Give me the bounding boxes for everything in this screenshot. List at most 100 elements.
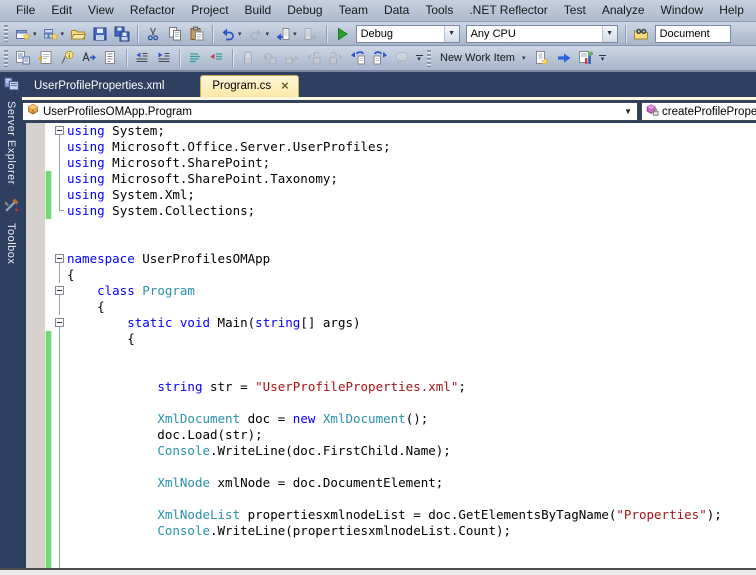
- redo-dropdown-arrow[interactable]: ▾: [266, 30, 270, 38]
- speech-bubble-icon[interactable]: [391, 48, 413, 68]
- undo-icon[interactable]: ▾: [217, 24, 245, 44]
- code-line[interactable]: [26, 395, 756, 411]
- code-line[interactable]: Console.WriteLine(propertiesxmlnodeList.…: [26, 523, 756, 539]
- code-line[interactable]: using System.Xml;: [26, 187, 756, 203]
- menu-item-net-reflector[interactable]: .NET Reflector: [461, 0, 555, 21]
- undo-dropdown-arrow[interactable]: ▾: [238, 30, 242, 38]
- menu-item-build[interactable]: Build: [237, 0, 280, 21]
- new-project-icon[interactable]: ▾: [12, 24, 40, 44]
- save-icon[interactable]: [89, 24, 111, 44]
- decrease-indent-icon[interactable]: [131, 48, 153, 68]
- open-file-icon[interactable]: [67, 24, 89, 44]
- document-tab-program-cs[interactable]: Program.cs×: [200, 75, 298, 97]
- code-line[interactable]: namespace UserProfilesOMApp: [26, 251, 756, 267]
- chevron-down-icon[interactable]: ▼: [624, 107, 635, 116]
- paste-icon[interactable]: [186, 24, 208, 44]
- find-combo[interactable]: Document: [655, 25, 731, 43]
- create-work-item-icon[interactable]: [531, 48, 553, 68]
- menu-item-debug[interactable]: Debug: [279, 0, 330, 21]
- code-line[interactable]: using System.Collections;: [26, 203, 756, 219]
- menu-item-help[interactable]: Help: [711, 0, 752, 21]
- menu-item-project[interactable]: Project: [183, 0, 236, 21]
- code-line[interactable]: doc.Load(str);: [26, 427, 756, 443]
- code-line[interactable]: [26, 347, 756, 363]
- types-dropdown[interactable]: UserProfilesOMApp.Program ▼: [22, 102, 638, 121]
- publish-icon[interactable]: [553, 48, 575, 68]
- code-line[interactable]: using Microsoft.SharePoint;: [26, 155, 756, 171]
- add-new-item-dropdown-arrow[interactable]: ▾: [61, 30, 65, 38]
- code-line[interactable]: {: [26, 299, 756, 315]
- cut-icon[interactable]: [142, 24, 164, 44]
- fold-toggle-icon[interactable]: [55, 254, 64, 263]
- navigate-forward-icon[interactable]: [300, 24, 322, 44]
- menu-item-edit[interactable]: Edit: [43, 0, 80, 21]
- chevron-down-icon[interactable]: ▼: [602, 26, 617, 42]
- code-line[interactable]: [26, 363, 756, 379]
- save-all-icon[interactable]: [111, 24, 133, 44]
- code-line[interactable]: XmlNode xmlNode = doc.DocumentElement;: [26, 475, 756, 491]
- display-parameter-info-icon[interactable]: [34, 48, 56, 68]
- find-in-files-icon[interactable]: [630, 24, 652, 44]
- code-line[interactable]: static void Main(string[] args): [26, 315, 756, 331]
- tool-tab-toolbox[interactable]: Toolbox: [3, 197, 20, 264]
- uncomment-selection-icon[interactable]: [206, 48, 228, 68]
- solution-configurations-combo[interactable]: Debug▼: [356, 25, 460, 43]
- code-line[interactable]: string str = "UserProfileProperties.xml"…: [26, 379, 756, 395]
- redo-icon[interactable]: ▾: [245, 24, 273, 44]
- previous-bookmark-icon[interactable]: [259, 48, 281, 68]
- menu-item-refactor[interactable]: Refactor: [122, 0, 183, 21]
- add-new-item-icon[interactable]: ▾: [40, 24, 68, 44]
- menu-item-data[interactable]: Data: [376, 0, 417, 21]
- code-line[interactable]: using Microsoft.Office.Server.UserProfil…: [26, 139, 756, 155]
- fold-toggle-icon[interactable]: [55, 126, 64, 135]
- display-outline-icon[interactable]: [100, 48, 122, 68]
- fold-toggle-icon[interactable]: [55, 318, 64, 327]
- navigate-backward-icon[interactable]: ▾: [272, 24, 300, 44]
- code-line[interactable]: {: [26, 267, 756, 283]
- start-debugging-icon[interactable]: [331, 24, 353, 44]
- close-icon[interactable]: ×: [281, 81, 289, 91]
- navigate-backward-dropdown-arrow[interactable]: ▾: [293, 30, 297, 38]
- menu-item-team[interactable]: Team: [331, 0, 376, 21]
- previous-bookmark-in-document-icon[interactable]: [347, 48, 369, 68]
- copy-icon[interactable]: [164, 24, 186, 44]
- menu-item-window[interactable]: Window: [653, 0, 712, 21]
- code-line[interactable]: [26, 235, 756, 251]
- code-line[interactable]: [26, 491, 756, 507]
- code-editor[interactable]: using System;using Microsoft.Office.Serv…: [22, 123, 756, 575]
- new-project-dropdown-arrow[interactable]: ▾: [33, 30, 37, 38]
- code-line[interactable]: Console.WriteLine(doc.FirstChild.Name);: [26, 443, 756, 459]
- toolbar-grip[interactable]: [427, 50, 431, 67]
- code-line[interactable]: XmlNodeList propertiesxmlnodeList = doc.…: [26, 507, 756, 523]
- display-quick-info-icon[interactable]: [56, 48, 78, 68]
- code-line[interactable]: XmlDocument doc = new XmlDocument();: [26, 411, 756, 427]
- code-line[interactable]: using Microsoft.SharePoint.Taxonomy;: [26, 171, 756, 187]
- toolbar-overflow-button[interactable]: ▾: [413, 48, 425, 68]
- members-dropdown[interactable]: createProfileProperties(SPSite site, str…: [641, 102, 756, 121]
- new-work-item-dropdown[interactable]: New Work Item▾: [435, 48, 531, 68]
- toggle-bookmark-icon[interactable]: [237, 48, 259, 68]
- code-line[interactable]: [26, 539, 756, 555]
- solution-platforms-combo[interactable]: Any CPU▼: [466, 25, 618, 43]
- work-item-query-icon[interactable]: [575, 48, 597, 68]
- chevron-down-icon[interactable]: ▼: [444, 26, 459, 42]
- next-bookmark-in-folder-icon[interactable]: [325, 48, 347, 68]
- fold-toggle-icon[interactable]: [55, 286, 64, 295]
- menu-item-view[interactable]: View: [80, 0, 122, 21]
- code-line[interactable]: using System;: [26, 123, 756, 139]
- code-line[interactable]: [26, 459, 756, 475]
- display-object-member-list-icon[interactable]: [12, 48, 34, 68]
- menu-item-tools[interactable]: Tools: [417, 0, 461, 21]
- next-bookmark-in-document-icon[interactable]: [369, 48, 391, 68]
- toolbar-grip[interactable]: [4, 50, 8, 67]
- menu-item-file[interactable]: File: [8, 0, 43, 21]
- comment-selection-icon[interactable]: [184, 48, 206, 68]
- menu-item-analyze[interactable]: Analyze: [594, 0, 653, 21]
- menu-item-test[interactable]: Test: [556, 0, 594, 21]
- previous-bookmark-in-folder-icon[interactable]: [303, 48, 325, 68]
- code-line[interactable]: [26, 219, 756, 235]
- code-line[interactable]: class Program: [26, 283, 756, 299]
- tool-tab-server-explorer[interactable]: Server Explorer: [3, 75, 20, 185]
- toolbar-grip[interactable]: [4, 25, 8, 42]
- next-bookmark-icon[interactable]: [281, 48, 303, 68]
